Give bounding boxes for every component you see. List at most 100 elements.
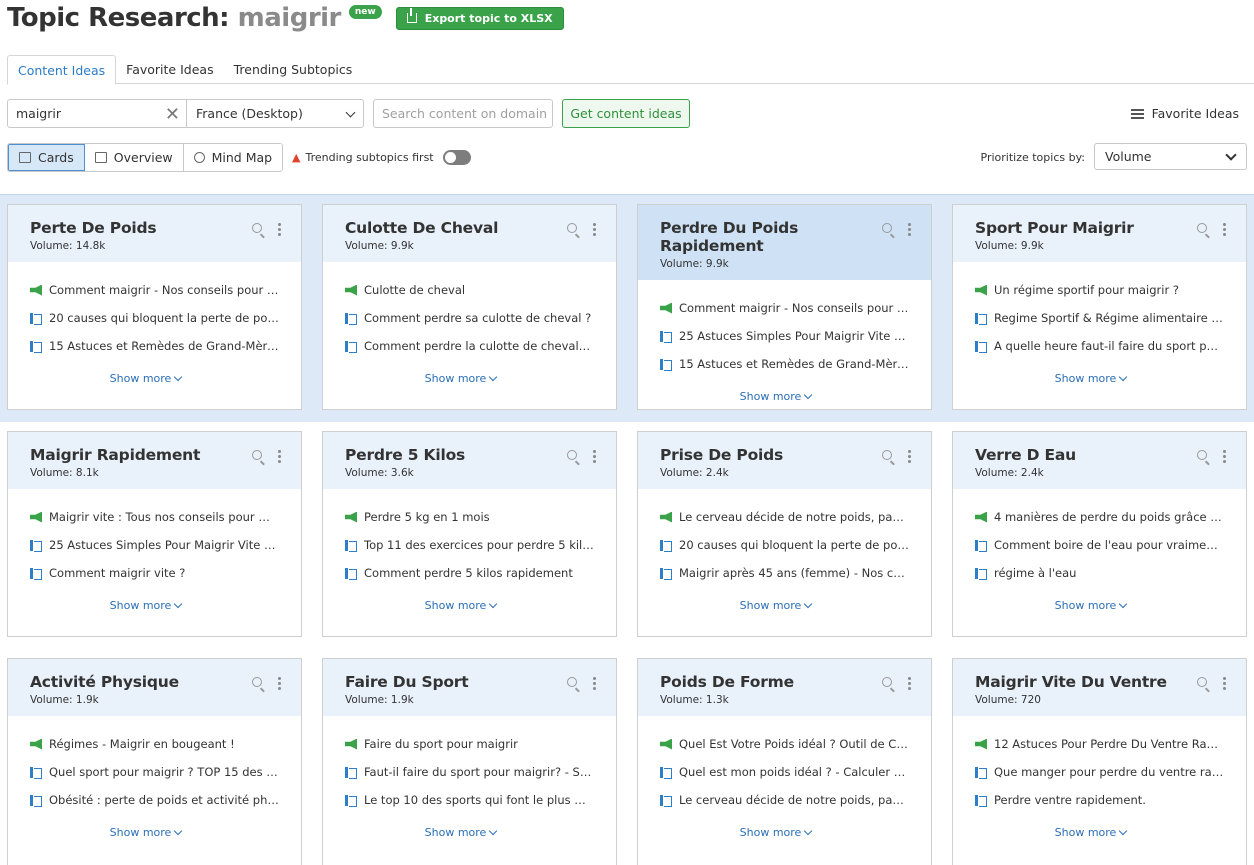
clear-icon[interactable]: ✕ (165, 104, 180, 125)
search-icon[interactable] (252, 450, 262, 460)
tab-trending-subtopics[interactable]: Trending Subtopics (224, 55, 363, 84)
idea-item[interactable]: Perdre ventre rapidement. (975, 786, 1246, 814)
topic-card[interactable]: Sport Pour Maigrir Volume: 9.9k Un régime … (952, 204, 1247, 410)
tab-content-ideas[interactable]: Content Ideas (7, 55, 117, 85)
search-icon[interactable] (252, 223, 262, 233)
view-overview-button[interactable]: Overview (84, 144, 184, 171)
more-options-icon[interactable] (908, 450, 911, 463)
show-more-button[interactable]: Show more (345, 587, 616, 612)
prioritize-select[interactable]: Volume (1094, 143, 1247, 170)
more-options-icon[interactable] (278, 450, 281, 463)
idea-item[interactable]: A quelle heure faut-il faire du sport po… (975, 332, 1246, 360)
idea-item[interactable]: régime à l'eau (975, 559, 1246, 587)
search-icon[interactable] (882, 223, 892, 233)
topic-card[interactable]: Culotte De Cheval Volume: 9.9k Culotte de … (322, 204, 617, 410)
search-icon[interactable] (567, 223, 577, 233)
topic-card[interactable]: Prise De Poids Volume: 2.4k Le cerveau déc… (637, 431, 932, 637)
idea-item[interactable]: Quel Est Votre Poids idéal ? Outil de Ca… (660, 730, 931, 758)
idea-item[interactable]: Faire du sport pour maigrir (345, 730, 616, 758)
show-more-button[interactable]: Show more (975, 587, 1246, 612)
show-more-button[interactable]: Show more (660, 814, 931, 839)
search-icon[interactable] (1197, 223, 1207, 233)
show-more-button[interactable]: Show more (660, 587, 931, 612)
trending-toggle[interactable] (442, 150, 471, 165)
idea-item[interactable]: Perdre 5 kg en 1 mois (345, 503, 616, 531)
search-icon[interactable] (567, 450, 577, 460)
idea-item[interactable]: Comment maigrir vite ? (30, 559, 301, 587)
topic-card[interactable]: Perte De Poids Volume: 14.8k Comment maigr… (7, 204, 302, 410)
favorite-ideas-link[interactable]: Favorite Ideas (1130, 99, 1239, 128)
idea-item[interactable]: Maigrir vite : Tous nos conseils pour ma… (30, 503, 301, 531)
more-options-icon[interactable] (908, 223, 911, 236)
idea-item[interactable]: Le cerveau décide de notre poids, pas no… (660, 786, 931, 814)
idea-item[interactable]: Comment perdre 5 kilos rapidement (345, 559, 616, 587)
idea-item[interactable]: 20 causes qui bloquent la perte de poids (30, 304, 301, 332)
idea-item[interactable]: 15 Astuces et Remèdes de Grand-Mère Pour… (660, 350, 931, 378)
more-options-icon[interactable] (908, 677, 911, 690)
show-more-button[interactable]: Show more (660, 378, 931, 403)
idea-item[interactable]: 15 Astuces et Remèdes de Grand-Mère Pour… (30, 332, 301, 360)
topic-card[interactable]: Perdre 5 Kilos Volume: 3.6k Perdre 5 kg en… (322, 431, 617, 637)
export-xlsx-button[interactable]: Export topic to XLSX (395, 6, 564, 30)
idea-item[interactable]: Maigrir après 45 ans (femme) - Nos conse… (660, 559, 931, 587)
idea-item[interactable]: 4 manières de perdre du poids grâce à l'… (975, 503, 1246, 531)
idea-item[interactable]: Le top 10 des sports qui font le plus ma… (345, 786, 616, 814)
tab-favorite-ideas[interactable]: Favorite Ideas (116, 55, 223, 84)
topic-card[interactable]: Maigrir Rapidement Volume: 8.1k Maigrir vi… (7, 431, 302, 637)
idea-item[interactable]: 20 causes qui bloquent la perte de poids (660, 531, 931, 559)
idea-item[interactable]: 25 Astuces Simples Pour Maigrir Vite Et … (30, 531, 301, 559)
more-options-icon[interactable] (1223, 677, 1226, 690)
question-icon (30, 766, 42, 779)
idea-item[interactable]: Comment perdre sa culotte de cheval ? (345, 304, 616, 332)
topic-card[interactable]: Faire Du Sport Volume: 1.9k Faire du sport… (322, 658, 617, 865)
topic-card[interactable]: Activité Physique Volume: 1.9k Régimes - M… (7, 658, 302, 865)
search-icon[interactable] (1197, 450, 1207, 460)
show-more-button[interactable]: Show more (30, 360, 301, 385)
idea-item[interactable]: Top 11 des exercices pour perdre 5 kilos… (345, 531, 616, 559)
show-more-button[interactable]: Show more (30, 814, 301, 839)
show-more-button[interactable]: Show more (345, 814, 616, 839)
more-options-icon[interactable] (593, 450, 596, 463)
domain-search-input[interactable]: Search content on domain (373, 99, 553, 128)
idea-item[interactable]: Obésité : perte de poids et activité phy… (30, 786, 301, 814)
idea-item[interactable]: Quel est mon poids idéal ? - Calculer so… (660, 758, 931, 786)
idea-item[interactable]: Regime Sportif & Régime alimentaire pour… (975, 304, 1246, 332)
topic-card[interactable]: Perdre Du Poids Rapidement Volume: 9.9k Co… (637, 204, 932, 410)
idea-item[interactable]: 25 Astuces Simples Pour Maigrir Vite Et … (660, 322, 931, 350)
topic-card[interactable]: Verre D Eau Volume: 2.4k 4 manières de per… (952, 431, 1247, 637)
idea-item[interactable]: Un régime sportif pour maigrir ? (975, 276, 1246, 304)
view-cards-button[interactable]: Cards (8, 144, 85, 171)
get-content-ideas-button[interactable]: Get content ideas (562, 99, 690, 128)
show-more-button[interactable]: Show more (30, 587, 301, 612)
view-mindmap-button[interactable]: Mind Map (183, 144, 283, 171)
search-icon[interactable] (882, 677, 892, 687)
idea-item[interactable]: 12 Astuces Pour Perdre Du Ventre Rapidem… (975, 730, 1246, 758)
more-options-icon[interactable] (593, 223, 596, 236)
idea-item[interactable]: Comment maigrir - Nos conseils pour perd… (660, 294, 931, 322)
idea-item[interactable]: Comment maigrir - Nos conseils pour perd… (30, 276, 301, 304)
topic-card[interactable]: Maigrir Vite Du Ventre Volume: 720 12 Astu… (952, 658, 1247, 865)
idea-item[interactable]: Faut-il faire du sport pour maigrir? - S… (345, 758, 616, 786)
keyword-input[interactable]: maigrir ✕ (7, 99, 187, 128)
topic-card[interactable]: Poids De Forme Volume: 1.3k Quel Est Votre… (637, 658, 932, 865)
search-icon[interactable] (567, 677, 577, 687)
more-options-icon[interactable] (278, 223, 281, 236)
search-icon[interactable] (252, 677, 262, 687)
more-options-icon[interactable] (278, 677, 281, 690)
search-icon[interactable] (882, 450, 892, 460)
more-options-icon[interactable] (1223, 223, 1226, 236)
more-options-icon[interactable] (1223, 450, 1226, 463)
search-icon[interactable] (1197, 677, 1207, 687)
idea-item[interactable]: Comment boire de l'eau pour vraiment mai… (975, 531, 1246, 559)
show-more-button[interactable]: Show more (975, 360, 1246, 385)
idea-item[interactable]: Comment perdre la culotte de cheval: 17 … (345, 332, 616, 360)
country-select[interactable]: France (Desktop) (187, 99, 364, 128)
idea-item[interactable]: Quel sport pour maigrir ? TOP 15 des act… (30, 758, 301, 786)
idea-item[interactable]: Régimes - Maigrir en bougeant ! (30, 730, 301, 758)
idea-item[interactable]: Culotte de cheval (345, 276, 616, 304)
idea-item[interactable]: Que manger pour perdre du ventre rapidem… (975, 758, 1246, 786)
more-options-icon[interactable] (593, 677, 596, 690)
idea-item[interactable]: Le cerveau décide de notre poids, pas no… (660, 503, 931, 531)
show-more-button[interactable]: Show more (345, 360, 616, 385)
show-more-button[interactable]: Show more (975, 814, 1246, 839)
